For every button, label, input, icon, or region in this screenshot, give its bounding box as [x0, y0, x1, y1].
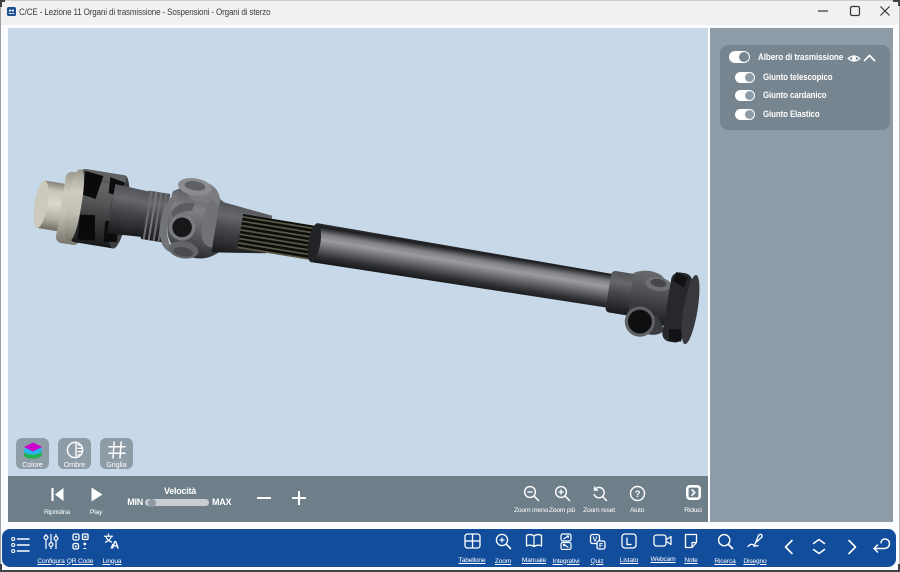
svg-text:F: F — [599, 542, 603, 549]
svg-text:?: ? — [634, 489, 640, 500]
